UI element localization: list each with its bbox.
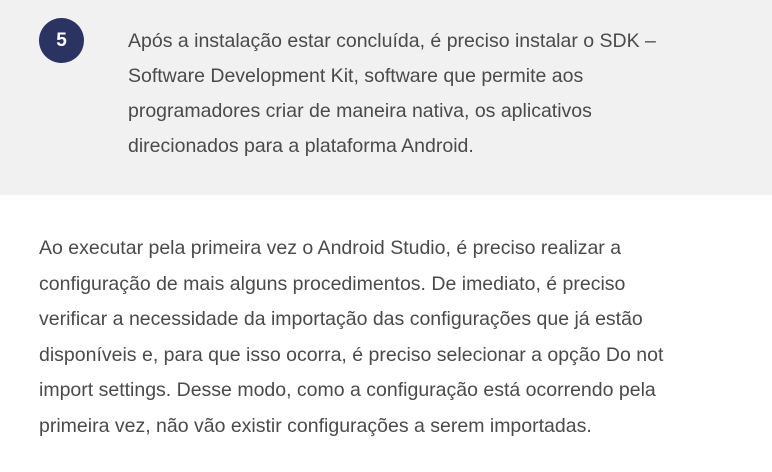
step-text-line: Software Development Kit, software que p… (128, 65, 584, 87)
step-number-badge: 5 (39, 18, 84, 63)
step-text-line: Após a instalação estar concluída, é pre… (128, 30, 656, 52)
article-paragraph: Ao executar pela primeira vez o Android … (39, 231, 759, 444)
paragraph-line: configuração de mais alguns procedimento… (39, 272, 626, 295)
paragraph-line: primeira vez, não vão existir configuraç… (39, 414, 592, 437)
step-box: 5 Após a instalação estar concluída, é p… (0, 0, 772, 195)
paragraph-line: import settings. Desse modo, como a conf… (39, 379, 656, 401)
paragraph-line: verificar a necessidade da importação da… (39, 308, 643, 330)
paragraph-line: disponíveis e, para que isso ocorra, é p… (39, 343, 664, 366)
step-text: Após a instalação estar concluída, é pre… (128, 24, 758, 164)
paragraph-line: Ao executar pela primeira vez o Android … (39, 237, 622, 259)
step-text-line: direcionados para a plataforma Android. (128, 135, 474, 157)
step-text-line: programadores criar de maneira nativa, o… (128, 100, 592, 122)
article-page: 5 Após a instalação estar concluída, é p… (0, 0, 772, 472)
